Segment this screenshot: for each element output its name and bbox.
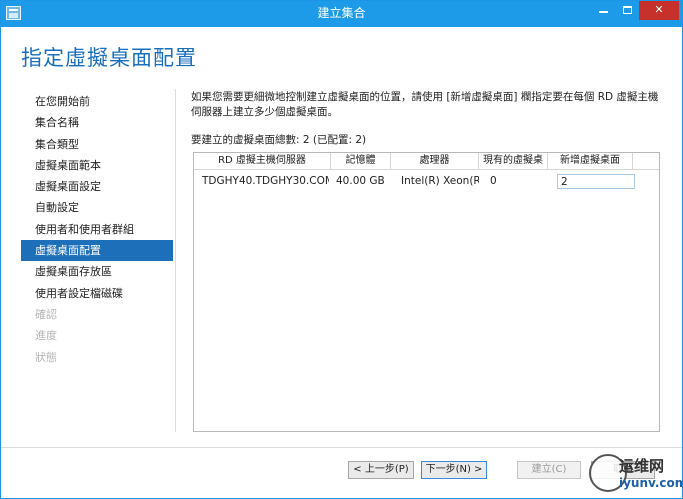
column-header-processor[interactable]: 處理器: [391, 153, 479, 170]
new-desktops-input[interactable]: [557, 174, 635, 189]
minimize-button[interactable]: [591, 1, 615, 20]
watermark-url: iyunv.com: [619, 476, 683, 490]
minimize-icon: [598, 11, 608, 13]
maximize-icon: [622, 6, 632, 14]
column-header-server[interactable]: RD 虛擬主機伺服器: [194, 153, 331, 170]
create-button: 建立(C): [517, 461, 581, 479]
close-button[interactable]: ✕: [639, 1, 679, 20]
nav-divider: [175, 89, 176, 432]
description-text: 如果您需要更細微地控制建立虛擬桌面的位置，請使用 [新增虛擬桌面] 欄指定要在每…: [191, 91, 659, 118]
wizard-window: 建立集合 ✕ 指定虛擬桌面配置 在您開始前 集合名稱 集合類型 虛擬桌面範本 虛…: [0, 0, 683, 499]
maximize-button[interactable]: [615, 1, 639, 20]
nav-item-users-groups[interactable]: 使用者和使用者群組: [21, 219, 173, 240]
column-header-existing[interactable]: 現有的虛擬桌: [479, 153, 548, 170]
page-title: 指定虛擬桌面配置: [21, 46, 197, 70]
column-header-memory[interactable]: 記憶體: [331, 153, 391, 170]
next-button[interactable]: 下一步(N) >: [421, 461, 487, 479]
cell-processor: Intel(R) Xeon(R): [401, 175, 479, 187]
title-bar[interactable]: 建立集合 ✕: [1, 1, 682, 27]
cell-server: TDGHY40.TDGHY30.COM: [202, 175, 329, 187]
nav-item-before-you-begin[interactable]: 在您開始前: [21, 91, 173, 112]
total-count-label: 要建立的虛擬桌面總數: 2 (已配置: 2): [191, 134, 367, 146]
allocation-table: RD 虛擬主機伺服器 記憶體 處理器 現有的虛擬桌 新增虛擬桌面 TDGHY40…: [193, 152, 660, 432]
wizard-nav: 在您開始前 集合名稱 集合類型 虛擬桌面範本 虛擬桌面設定 自動設定 使用者和使…: [21, 91, 173, 368]
nav-item-profile-disks[interactable]: 使用者設定檔磁碟: [21, 283, 173, 304]
footer-divider: [1, 447, 682, 448]
nav-item-vd-storage[interactable]: 虛擬桌面存放區: [21, 261, 173, 282]
nav-item-progress: 進度: [35, 329, 57, 343]
nav-item-auto-config[interactable]: 自動設定: [21, 197, 173, 218]
watermark: 运维网 iyunv.com: [589, 452, 683, 499]
nav-item-vd-allocation[interactable]: 虛擬桌面配置: [21, 240, 173, 262]
nav-item-confirmation: 確認: [35, 307, 57, 321]
nav-item-collection-type[interactable]: 集合類型: [21, 134, 173, 155]
nav-item-vd-settings[interactable]: 虛擬桌面設定: [21, 176, 173, 197]
column-header-new[interactable]: 新增虛擬桌面: [548, 153, 633, 170]
nav-item-results: 狀態: [35, 350, 57, 364]
table-header: RD 虛擬主機伺服器 記憶體 處理器 現有的虛擬桌 新增虛擬桌面: [194, 153, 659, 170]
window-title: 建立集合: [317, 6, 366, 20]
nav-item-vd-template[interactable]: 虛擬桌面範本: [21, 155, 173, 176]
watermark-text: 运维网: [619, 457, 665, 475]
nav-item-collection-name[interactable]: 集合名稱: [21, 112, 173, 133]
table-row[interactable]: TDGHY40.TDGHY30.COM 40.00 GB Intel(R) Xe…: [194, 171, 659, 191]
previous-button[interactable]: < 上一步(P): [348, 461, 414, 479]
cell-memory: 40.00 GB: [336, 175, 385, 187]
cell-existing: 0: [490, 175, 497, 187]
close-icon: ✕: [654, 3, 664, 16]
